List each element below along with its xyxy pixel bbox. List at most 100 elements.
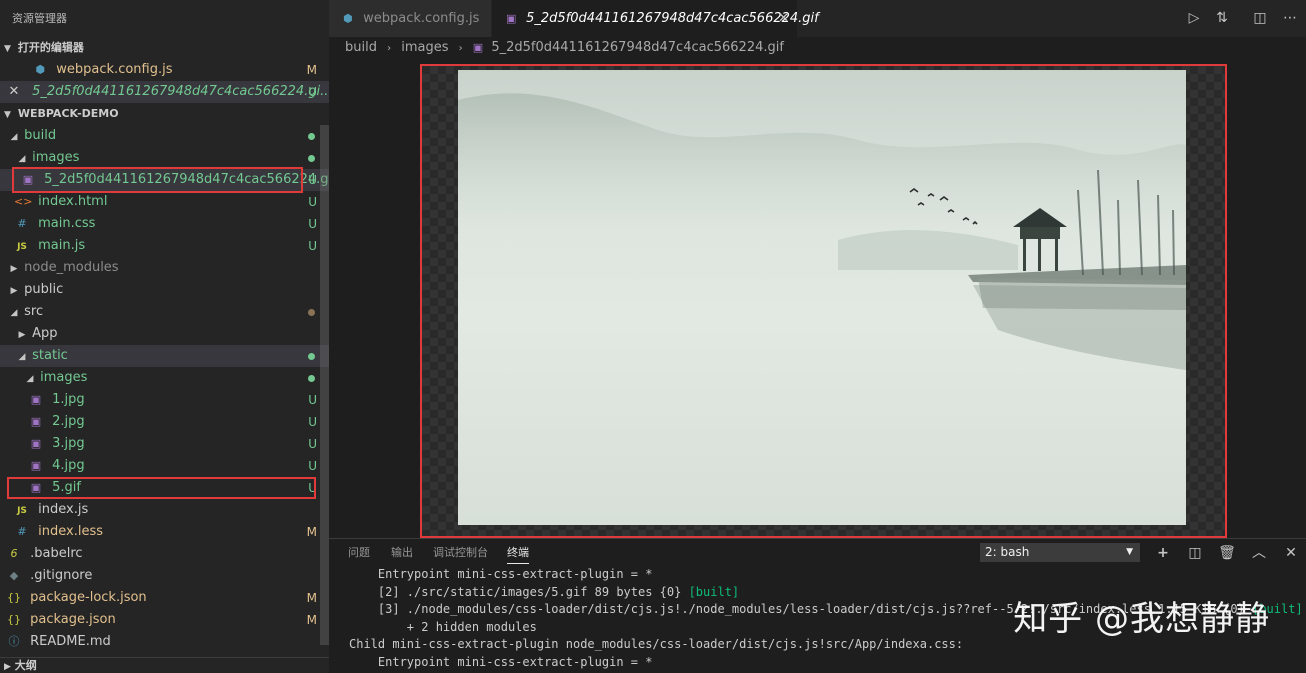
terminal-line: Entrypoint mini-css-extract-plugin = * [377,567,653,581]
tree-folder-static[interactable]: ◢ static [0,345,329,367]
close-icon[interactable]: ✕ [1281,543,1301,563]
tab-debug-console[interactable]: 调试控制台 [433,539,488,566]
status-badge: U [308,195,317,209]
tab-output[interactable]: 输出 [391,539,413,566]
landscape-image [458,70,1186,525]
status-badge: U [308,437,317,451]
json-file-icon: {} [7,591,21,604]
chevron-up-icon[interactable]: ︿ [1249,543,1269,563]
status-badge: M [306,613,317,627]
tree-file-main-css[interactable]: # main.css U [0,213,329,235]
tree-folder-src[interactable]: ◢ src [0,301,329,323]
status-dot [308,353,315,360]
chevron-right-icon: ▶ [10,286,18,296]
status-badge: U [308,393,317,407]
status-badge: U [308,239,317,253]
status-badge: U [308,173,317,187]
misty-lake-picture [458,70,1186,525]
chevron-right-icon: ▶ [18,330,26,340]
breadcrumb-item[interactable]: images [401,40,448,55]
tree-folder-app[interactable]: ▶ App [0,323,329,345]
project-header[interactable]: ▼ WEBPACK-DEMO [0,103,329,125]
tree-file-index-less[interactable]: # index.less M [0,521,329,543]
status-dot [308,133,315,140]
webpack-icon: ⬢ [343,12,353,25]
tree-folder-node-modules[interactable]: ▶ node_modules [0,257,329,279]
less-file-icon: # [17,525,27,538]
tab-problems[interactable]: 问题 [348,539,370,566]
sidebar-scrollbar[interactable] [320,125,329,645]
bottom-panel: 问题 输出 调试控制台 终端 2: bash ▼ + ◫ 🗑 ︿ ✕ Entry… [329,538,1306,673]
terminal-select[interactable]: 2: bash ▼ [980,543,1140,562]
outline-header[interactable]: ▶ 大纲 [0,657,329,673]
tree-file-3-jpg[interactable]: ▣ 3.jpg U [0,433,329,455]
json-file-icon: {} [7,613,21,626]
image-file-icon: ▣ [506,12,517,25]
tab-terminal[interactable]: 终端 [507,539,529,566]
html-file-icon: <> [14,195,33,208]
tree-folder-images[interactable]: ◢ images [0,367,329,389]
chevron-down-icon: ◢ [10,308,18,318]
chevron-right-icon: › [387,43,392,54]
chevron-down-icon: ◢ [10,132,18,142]
split-terminal-icon[interactable]: ◫ [1185,543,1205,563]
image-file-icon: ▣ [30,459,42,472]
tree-file-babelrc[interactable]: 6 .babelrc [0,543,329,565]
compare-changes-icon[interactable]: ⇅ [1212,8,1232,28]
chevron-down-icon: ▼ [1126,547,1133,557]
open-editors-header[interactable]: ▼ 打开的编辑器 [0,37,329,59]
tree-file-1-jpg[interactable]: ▣ 1.jpg U [0,389,329,411]
explorer-sidebar: 资源管理器 ▼ 打开的编辑器 ⬢ webpack.config.js M ✕ 5… [0,0,329,673]
tree-file-main-js[interactable]: JS main.js U [0,235,329,257]
highlight-box [12,167,303,193]
close-icon[interactable]: ✕ [778,0,789,37]
breadcrumb: build › images › ▣ 5_2d5f0d441161267948d… [329,37,1306,59]
tree-folder-build[interactable]: ◢ build [0,125,329,147]
tree-file-2-jpg[interactable]: ▣ 2.jpg U [0,411,329,433]
tree-file-package-json[interactable]: {} package.json M [0,609,329,631]
chevron-down-icon: ◢ [18,352,26,362]
open-editor-item[interactable]: ✕ 5_2d5f0d441161267948d47c4cac566224.gi.… [0,81,329,103]
panel-tabs: 问题 输出 调试控制台 终端 2: bash ▼ + ◫ 🗑 ︿ ✕ [329,539,1306,566]
info-file-icon: ⓘ [8,635,20,648]
chevron-right-icon: ▶ [4,662,11,672]
status-badge: M [306,525,317,539]
chevron-down-icon: ◢ [26,374,34,384]
image-preview [420,64,1227,538]
tree-file-4-jpg[interactable]: ▣ 4.jpg U [0,455,329,477]
git-file-icon: ◆ [9,569,19,582]
status-badge: U [308,415,317,429]
breadcrumb-item[interactable]: 5_2d5f0d441161267948d47c4cac566224.gif [491,40,784,55]
tree-file-index-js[interactable]: JS index.js [0,499,329,521]
trash-icon[interactable]: 🗑 [1217,543,1237,563]
js-file-icon: JS [17,242,27,252]
watermark: 知乎 @我想静静 [1013,599,1270,639]
webpack-icon: ⬢ [35,63,45,76]
new-terminal-icon[interactable]: + [1153,543,1173,563]
tab-webpack-config[interactable]: ⬢ webpack.config.js [329,0,491,37]
chevron-down-icon: ▼ [4,110,11,120]
breadcrumb-item[interactable]: build [345,40,377,55]
close-icon[interactable]: ✕ [0,81,28,103]
image-file-icon: ▣ [30,437,42,450]
chevron-right-icon: ▶ [10,264,18,274]
split-editor-icon[interactable]: ◫ [1250,8,1270,28]
js-file-icon: JS [17,506,27,516]
status-badge: M [306,63,317,77]
explorer-title: 资源管理器 [12,12,67,25]
status-dot [308,309,315,316]
tree-file-readme[interactable]: ⓘ README.md [0,631,329,653]
image-file-icon: ▣ [30,415,42,428]
tree-file-index-html[interactable]: <> index.html U [0,191,329,213]
chevron-down-icon: ▼ [4,44,11,54]
tree-folder-images[interactable]: ◢ images [0,147,329,169]
tree-file-package-lock[interactable]: {} package-lock.json M [0,587,329,609]
tree-file-gitignore[interactable]: ◆ .gitignore [0,565,329,587]
run-icon[interactable]: ▷ [1184,8,1204,28]
tree-folder-public[interactable]: ▶ public [0,279,329,301]
tab-bar: ⬢ webpack.config.js ▣ 5_2d5f0d4411612679… [329,0,1306,37]
status-badge: M [306,591,317,605]
more-actions-icon[interactable]: ⋯ [1280,8,1300,28]
open-editor-item[interactable]: ⬢ webpack.config.js M [0,59,329,81]
tab-gif-preview[interactable]: ▣ 5_2d5f0d441161267948d47c4cac566224.gif… [492,0,819,37]
